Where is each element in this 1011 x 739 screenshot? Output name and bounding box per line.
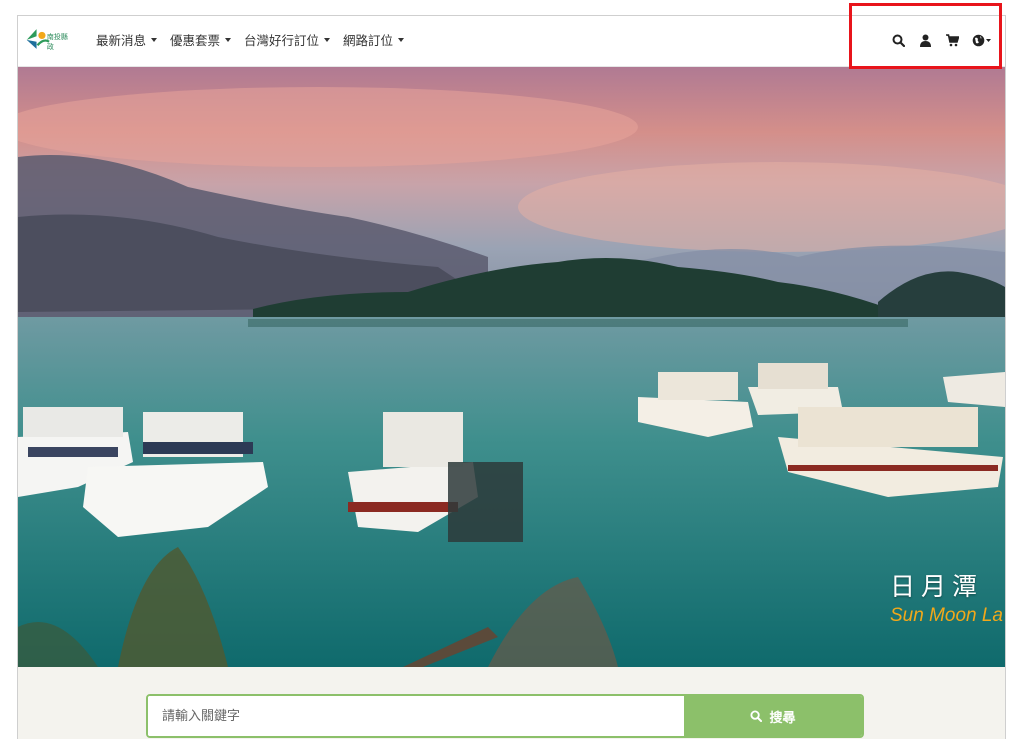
- search-button-label: 搜尋: [769, 710, 796, 726]
- search-icon[interactable]: [891, 33, 905, 47]
- hero-caption-cn: 日月潭: [889, 572, 983, 601]
- search-bar: 搜尋: [146, 694, 864, 738]
- page-frame: 南投縣政 最新消息 優惠套票 台灣好行訂位 網路訂位 日月潭 Sun Moon …: [17, 15, 1006, 739]
- hero-banner: 日月潭 Sun Moon La: [18, 67, 1005, 667]
- search-section: 搜尋: [18, 667, 1005, 739]
- menu-item-packages[interactable]: 優惠套票: [170, 30, 232, 49]
- menu-item-news-label: 最新消息: [96, 33, 147, 48]
- search-input[interactable]: [148, 696, 684, 736]
- globe-icon[interactable]: [972, 33, 992, 47]
- menu-item-tourist-shuttle[interactable]: 台灣好行訂位: [244, 30, 331, 49]
- boat-7: [943, 372, 1005, 407]
- menu-item-packages-label: 優惠套票: [170, 33, 221, 48]
- hero-caption-en: Sun Moon La: [889, 605, 1003, 626]
- caret-down-icon: [151, 37, 158, 42]
- main-menu: 最新消息 優惠套票 台灣好行訂位 網路訂位: [96, 30, 405, 49]
- menu-item-news[interactable]: 最新消息: [96, 30, 158, 49]
- cart-icon[interactable]: [945, 33, 959, 47]
- menu-item-tourist-shuttle-label: 台灣好行訂位: [244, 33, 320, 48]
- top-navbar: 南投縣政 最新消息 優惠套票 台灣好行訂位 網路訂位: [18, 16, 1005, 67]
- search-button[interactable]: 搜尋: [684, 696, 862, 736]
- user-icon[interactable]: [918, 33, 932, 47]
- caret-down-icon: [398, 37, 405, 42]
- menu-item-online-booking[interactable]: 網路訂位: [343, 30, 405, 49]
- hero-caption: 日月潭 Sun Moon La: [890, 567, 1003, 627]
- search-icon: [750, 710, 763, 722]
- hero-image: [18, 67, 1005, 667]
- navbar-icons: [891, 33, 992, 47]
- menu-item-online-booking-label: 網路訂位: [343, 33, 394, 48]
- logo-label: 南投縣政: [46, 33, 68, 51]
- site-logo[interactable]: 南投縣政: [24, 24, 72, 54]
- caret-down-icon: [324, 37, 331, 42]
- caret-down-icon: [225, 37, 232, 42]
